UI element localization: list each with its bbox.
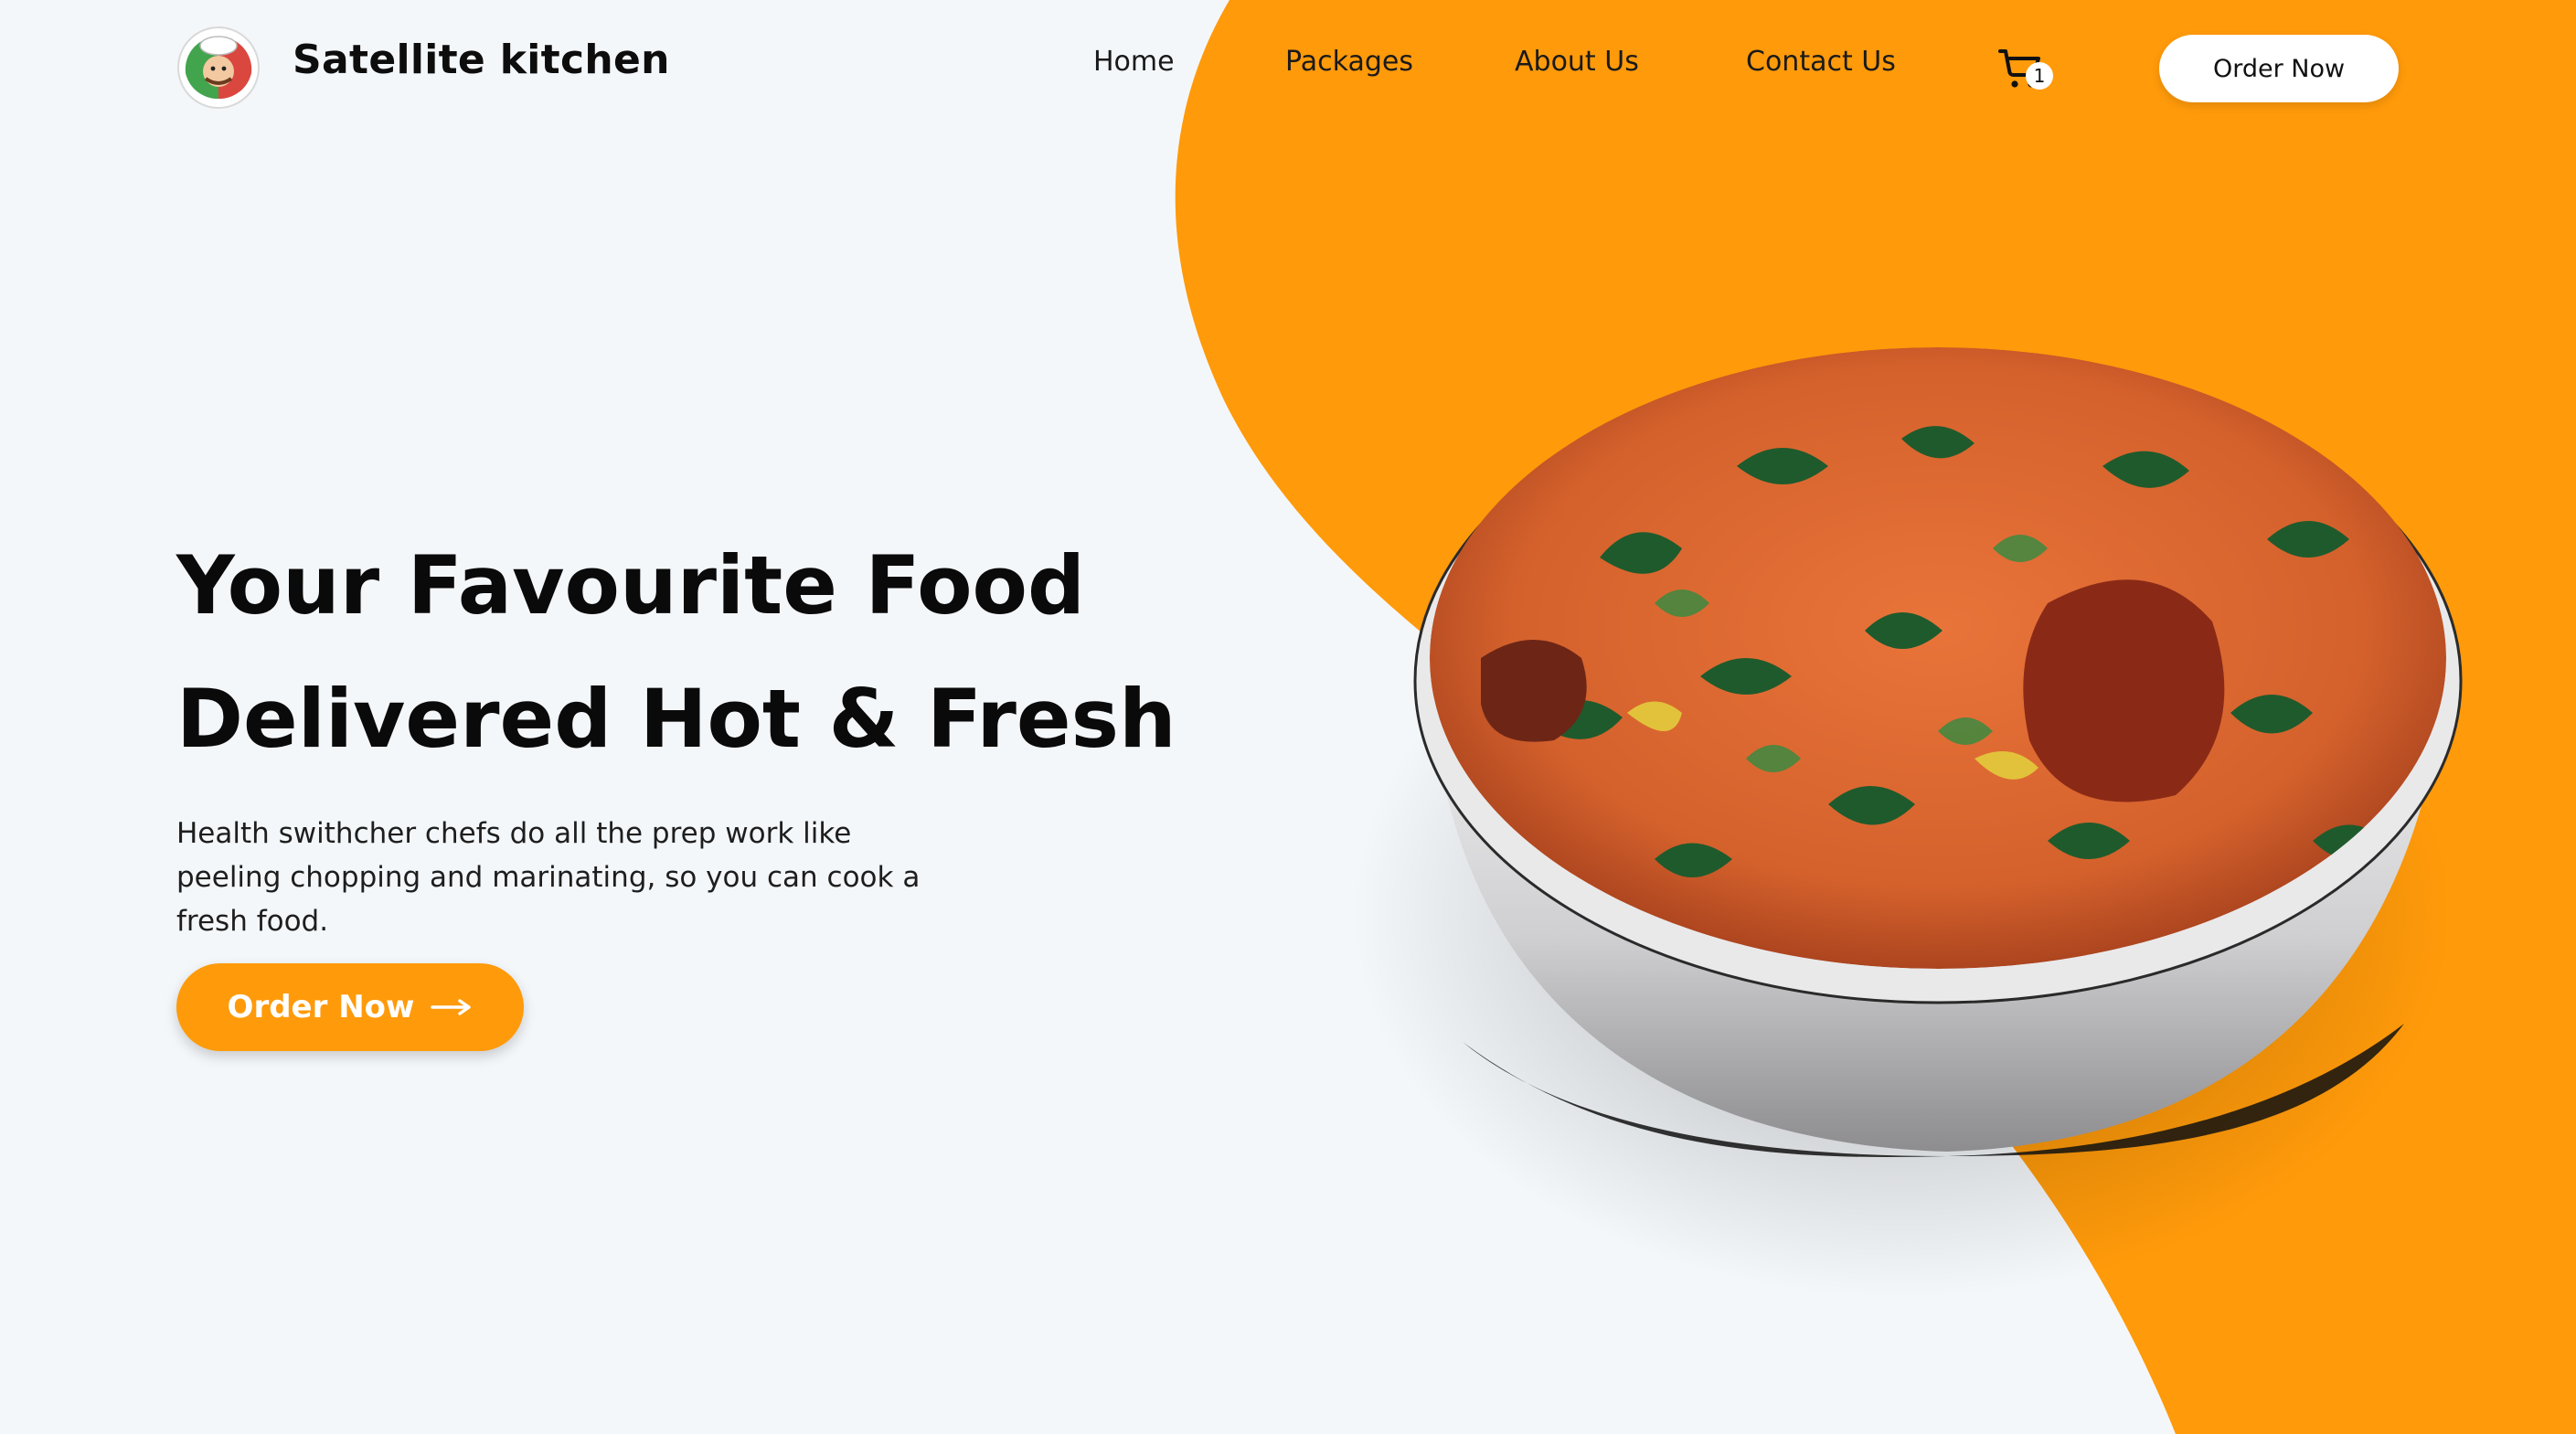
chef-logo-icon[interactable] [176, 26, 261, 110]
food-bowl-image [1353, 347, 2463, 1298]
hero-description: Health swithcher chefs do all the prep w… [176, 817, 921, 938]
hero-order-now-label: Order Now [227, 989, 415, 1025]
hero-title: Your Favourite Food Delivered Hot & Fres… [176, 519, 1273, 786]
nav-home-link[interactable]: Home [1093, 46, 1175, 78]
hero-title-line-1: Your Favourite Food [176, 538, 1085, 632]
brand-name: Satellite kitchen [293, 37, 670, 83]
cart-count-badge: 1 [2026, 62, 2053, 90]
hero-title-line-2: Delivered Hot & Fresh [176, 672, 1176, 766]
nav-contact-us-link[interactable]: Contact Us [1746, 46, 1896, 78]
nav-packages-link[interactable]: Packages [1285, 46, 1413, 78]
hero-order-now-button[interactable]: Order Now [176, 963, 524, 1051]
header-order-now-button[interactable]: Order Now [2159, 35, 2399, 102]
nav-about-us-link[interactable]: About Us [1515, 46, 1639, 78]
arrow-right-icon [431, 999, 472, 1015]
